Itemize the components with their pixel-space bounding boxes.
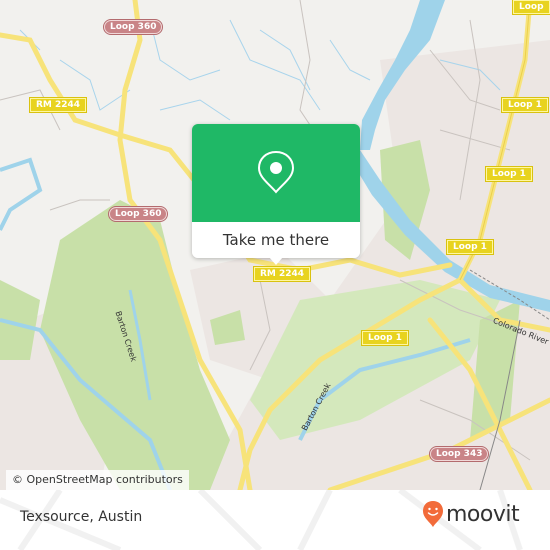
road-shield: Loop 1 — [485, 166, 533, 182]
road-shield: Loop 1 — [361, 330, 409, 346]
popup-pointer — [269, 257, 283, 265]
take-me-there-button[interactable]: Take me there — [192, 222, 360, 258]
brand-name: moovit — [446, 501, 520, 527]
moovit-logo-icon — [423, 501, 443, 527]
map-pin-icon — [257, 150, 295, 194]
road-shield: Loop — [512, 0, 550, 15]
road-shield: Loop 360 — [107, 206, 169, 222]
map-attribution[interactable]: © OpenStreetMap contributors — [6, 470, 189, 490]
road-shield: Loop 360 — [102, 19, 164, 35]
moovit-logo[interactable]: moovit — [422, 500, 520, 528]
popup-header[interactable] — [192, 124, 360, 222]
map-view[interactable]: Loop 360 RM 2244 Loop 360 RM 2244 Loop L… — [0, 0, 550, 490]
road-shield: Loop 1 — [501, 97, 549, 113]
place-name: Texsource, Austin — [20, 509, 143, 525]
road-shield: Loop 343 — [428, 446, 490, 462]
road-shield: Loop 1 — [446, 239, 494, 255]
road-shield: RM 2244 — [252, 266, 312, 282]
road-shield: RM 2244 — [28, 97, 88, 113]
footer-bar: Texsource, Austin moovit — [0, 490, 550, 550]
location-popup[interactable]: Take me there — [192, 124, 360, 265]
